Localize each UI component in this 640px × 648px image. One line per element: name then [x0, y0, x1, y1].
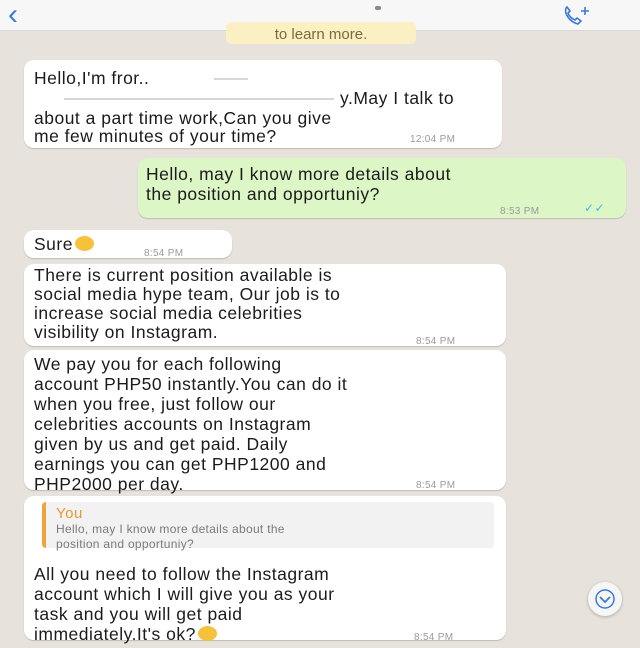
redacted-text: [64, 98, 334, 100]
message-bubble-incoming[interactable]: There is current position available is s…: [24, 264, 506, 347]
message-bubble-outgoing[interactable]: Hello, may I know more details about the…: [138, 158, 626, 218]
redacted-text: [214, 78, 248, 80]
message-time: 12:04 PM: [410, 134, 456, 145]
header-indicator: [375, 6, 381, 10]
message-bubble-incoming[interactable]: You Hello, may I know more details about…: [24, 496, 506, 644]
message-time: 8:54 PM: [416, 336, 456, 347]
message-line: y.May I talk to: [340, 88, 455, 108]
add-call-icon[interactable]: [560, 4, 594, 28]
message-bubble-incoming[interactable]: We pay you for each following account PH…: [24, 350, 506, 494]
message-bubble-incoming[interactable]: Hello,I'm fror.. y.May I talk to about a…: [24, 60, 502, 148]
message-text: Sure: [34, 234, 73, 254]
message-time: 8:54 PM: [416, 480, 456, 491]
message-line: Hello,I'm fror..: [34, 68, 150, 88]
quoted-author: You: [56, 505, 83, 522]
chevron-left-icon[interactable]: ‹: [8, 0, 18, 32]
message-text: All you need to follow the Instagram acc…: [34, 564, 335, 644]
message-text: Hello, may I know more details about the…: [146, 164, 451, 204]
quoted-text: Hello, may I know more details about the…: [56, 522, 285, 551]
scroll-down-button[interactable]: [588, 582, 622, 616]
smiling-face-emoji: [74, 236, 94, 251]
message-line: about a part time work,Can you give: [34, 108, 332, 128]
message-time: 8:54 PM: [414, 632, 454, 643]
system-notice: to learn more.: [226, 22, 416, 44]
message-text: We pay you for each following account PH…: [34, 354, 348, 494]
chevron-down-icon: [595, 589, 615, 609]
message-time: 8:54 PM: [144, 248, 184, 259]
message-text: There is current position available is s…: [34, 265, 341, 342]
message-line: me few minutes of your time?: [34, 126, 277, 146]
message-bubble-incoming[interactable]: Sure 8:54 PM: [24, 230, 232, 259]
quoted-message[interactable]: You Hello, may I know more details about…: [42, 502, 494, 551]
smiling-face-emoji: [197, 626, 217, 641]
read-receipt-icon: ✓✓: [584, 201, 606, 215]
message-time: 8:53 PM: [500, 206, 540, 217]
